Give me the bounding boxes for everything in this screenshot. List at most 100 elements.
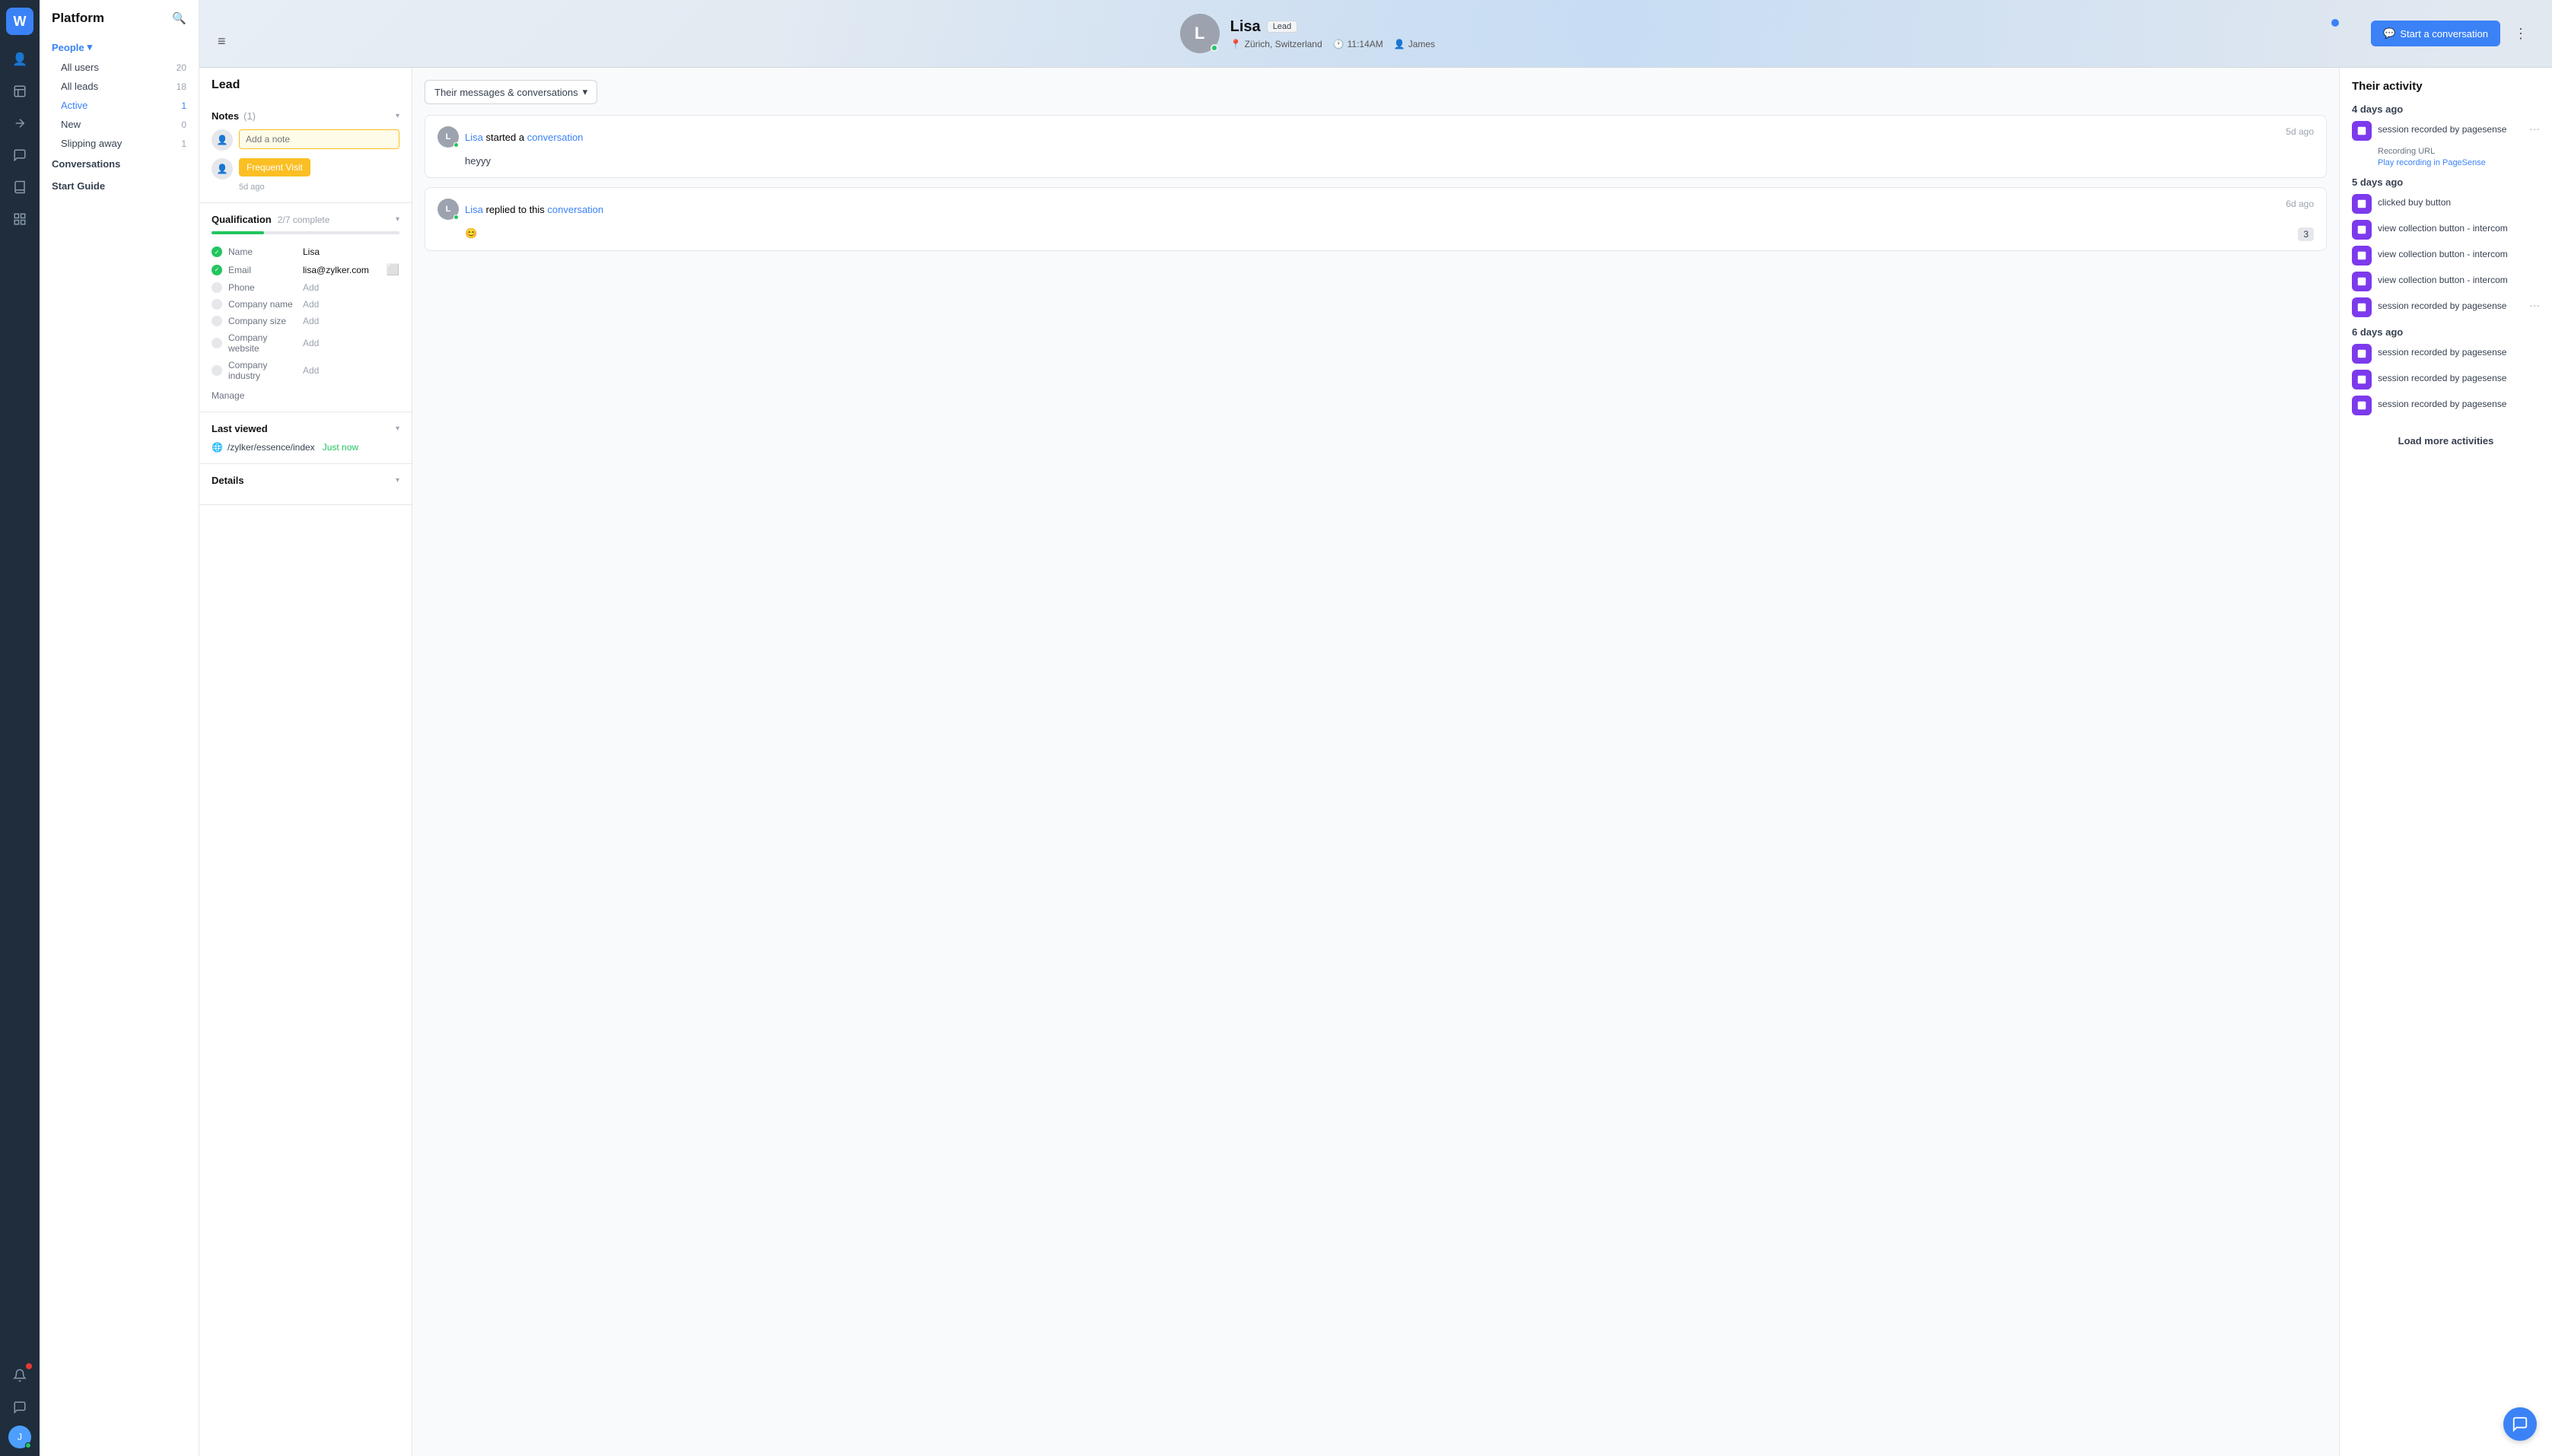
conv-card-left-1: L Lisa started a conversation [438, 126, 583, 148]
sidebar-item-start-guide[interactable]: Start Guide [40, 175, 199, 197]
nav-grid-icon[interactable] [6, 205, 33, 233]
last-viewed-item: 🌐 /zylker/essence/index Just now [212, 442, 399, 453]
activity-text-session1-6d: session recorded by pagesense [2378, 344, 2540, 358]
conv-online-dot-1 [453, 142, 459, 148]
activity-icon-session2-6d [2352, 370, 2372, 389]
user-info: Lisa Lead 📍 Zürich, Switzerland 🕐 11:14A… [1230, 18, 1435, 49]
last-viewed-time: Just now [323, 442, 358, 453]
nav-item-label: Slipping away [61, 138, 122, 149]
conv-count-badge: 3 [2298, 227, 2314, 241]
nav-item-label: All leads [61, 81, 98, 92]
nav-item-label: All users [61, 62, 99, 73]
sidebar-item-new[interactable]: New 0 [40, 115, 199, 134]
note-item: 👤 Frequent Visit [212, 158, 399, 180]
activity-text-session2-6d: session recorded by pagesense [2378, 370, 2540, 383]
qual-chevron-icon[interactable]: ▾ [396, 215, 399, 224]
activity-group-6d: 6 days ago [2352, 326, 2540, 338]
user-avatar: L [1180, 14, 1220, 53]
activity-text-session-5d: session recorded by pagesense [2378, 297, 2523, 311]
nav-bell-icon[interactable] [6, 1362, 33, 1389]
conv-type-link-2[interactable]: conversation [547, 204, 603, 215]
activity-dots-4d[interactable]: ··· [2529, 121, 2540, 135]
nav-chat2-icon[interactable] [6, 1394, 33, 1421]
activity-text-view1-5d: view collection button - intercom [2378, 220, 2540, 234]
details-chevron-icon[interactable]: ▾ [396, 476, 399, 485]
sidebar-title: Platform [52, 11, 104, 26]
messages-header: Their messages & conversations ▾ [425, 80, 2327, 104]
last-viewed-title: Last viewed [212, 423, 268, 434]
sidebar-item-all-leads[interactable]: All leads 18 [40, 77, 199, 96]
hamburger-icon[interactable]: ≡ [218, 33, 226, 49]
last-viewed-header: Last viewed ▾ [212, 423, 399, 434]
chat-bubble-icon: 💬 [2383, 27, 2395, 40]
notes-count: (1) [243, 110, 256, 122]
nav-chat-icon[interactable] [6, 141, 33, 169]
nav-inbox-icon[interactable] [6, 78, 33, 105]
activity-icon-session3-6d [2352, 396, 2372, 415]
recording-url-label: Recording URL [2378, 147, 2540, 156]
qual-dot-phone [212, 282, 222, 293]
qual-field-phone: Phone Add [212, 279, 399, 296]
conv-avatar-2: L [438, 199, 459, 220]
activity-icon-session1-6d [2352, 344, 2372, 364]
conv-card-left-2: L Lisa replied to this conversation [438, 199, 603, 220]
app-logo[interactable]: W [6, 8, 33, 35]
activity-item-buy-5d: clicked buy button [2352, 194, 2540, 214]
chevron-down-icon: ▾ [88, 41, 93, 53]
activity-text-buy-5d: clicked buy button [2378, 194, 2540, 208]
nav-item-label: New [61, 119, 81, 130]
copy-email-icon[interactable]: ⬜ [387, 263, 399, 276]
conv-type-link-1[interactable]: conversation [527, 132, 584, 143]
sidebar-section-label: People [52, 42, 84, 53]
activity-item-session-4d: session recorded by pagesense ··· [2352, 121, 2540, 141]
qual-progress-text: 2/7 complete [278, 215, 330, 225]
nav-people-icon[interactable]: 👤 [6, 46, 33, 73]
user-name-row: Lisa Lead [1230, 18, 1435, 36]
qual-dot-company-website [212, 338, 222, 348]
sidebar-search-icon[interactable]: 🔍 [172, 11, 186, 25]
messages-dropdown-button[interactable]: Their messages & conversations ▾ [425, 80, 597, 104]
top-bar-left: L Lisa Lead 📍 Zürich, Switzerland 🕐 11:1… [1180, 14, 1435, 53]
clock-icon: 🕐 [1333, 39, 1344, 49]
nav-book-icon[interactable] [6, 173, 33, 201]
qual-field-email: Email lisa@zylker.com ⬜ [212, 260, 399, 279]
notes-chevron-icon[interactable]: ▾ [396, 112, 399, 120]
qual-title: Qualification 2/7 complete [212, 214, 329, 225]
more-options-button[interactable]: ⋮ [2508, 23, 2534, 45]
activity-icon-buy [2352, 194, 2372, 214]
sidebar-people-section[interactable]: People ▾ [40, 37, 199, 58]
load-more-activities-button[interactable]: Load more activities [2352, 428, 2540, 454]
note-avatar: 👤 [212, 129, 233, 151]
activity-icon-view2 [2352, 246, 2372, 265]
conv-user-link-2[interactable]: Lisa [465, 204, 483, 215]
sidebar-item-conversations[interactable]: Conversations [40, 153, 199, 175]
recording-url-link[interactable]: Play recording in PageSense [2378, 158, 2486, 167]
details-section: Details ▾ [199, 464, 412, 505]
conv-user-link-1[interactable]: Lisa [465, 132, 483, 143]
sidebar-item-all-users[interactable]: All users 20 [40, 58, 199, 77]
qual-field-name: Name Lisa [212, 243, 399, 260]
lead-heading: Lead [199, 68, 412, 100]
conv-card-header-1: L Lisa started a conversation 5d ago [438, 126, 2314, 148]
conv-time-2: 6d ago [2286, 199, 2314, 209]
qual-progress-bar-fill [212, 231, 264, 234]
recording-url-block: Recording URL Play recording in PageSens… [2378, 147, 2540, 167]
activity-item-session1-6d: session recorded by pagesense [2352, 344, 2540, 364]
activity-title: Their activity [2352, 80, 2540, 93]
sidebar-item-active[interactable]: Active 1 [40, 96, 199, 115]
conv-action-text-1: started a [485, 132, 524, 143]
user-avatar-icon[interactable]: J [8, 1426, 31, 1448]
start-conversation-button[interactable]: 💬 Start a conversation [2371, 21, 2500, 46]
chat-bubble-button[interactable] [2503, 1407, 2537, 1441]
note-input-field[interactable] [239, 129, 399, 149]
user-name: Lisa [1230, 18, 1261, 36]
manage-link[interactable]: Manage [212, 390, 399, 401]
nav-arrow-icon[interactable] [6, 110, 33, 137]
last-viewed-chevron-icon[interactable]: ▾ [396, 424, 399, 433]
sidebar-header: Platform 🔍 [40, 11, 199, 37]
qual-dot-name [212, 246, 222, 257]
details-header: Details ▾ [212, 475, 399, 486]
activity-dots-5d[interactable]: ··· [2529, 297, 2540, 311]
left-panel: Lead Notes (1) ▾ 👤 👤 Frequent Visit [199, 68, 412, 1456]
sidebar-item-slipping-away[interactable]: Slipping away 1 [40, 134, 199, 153]
